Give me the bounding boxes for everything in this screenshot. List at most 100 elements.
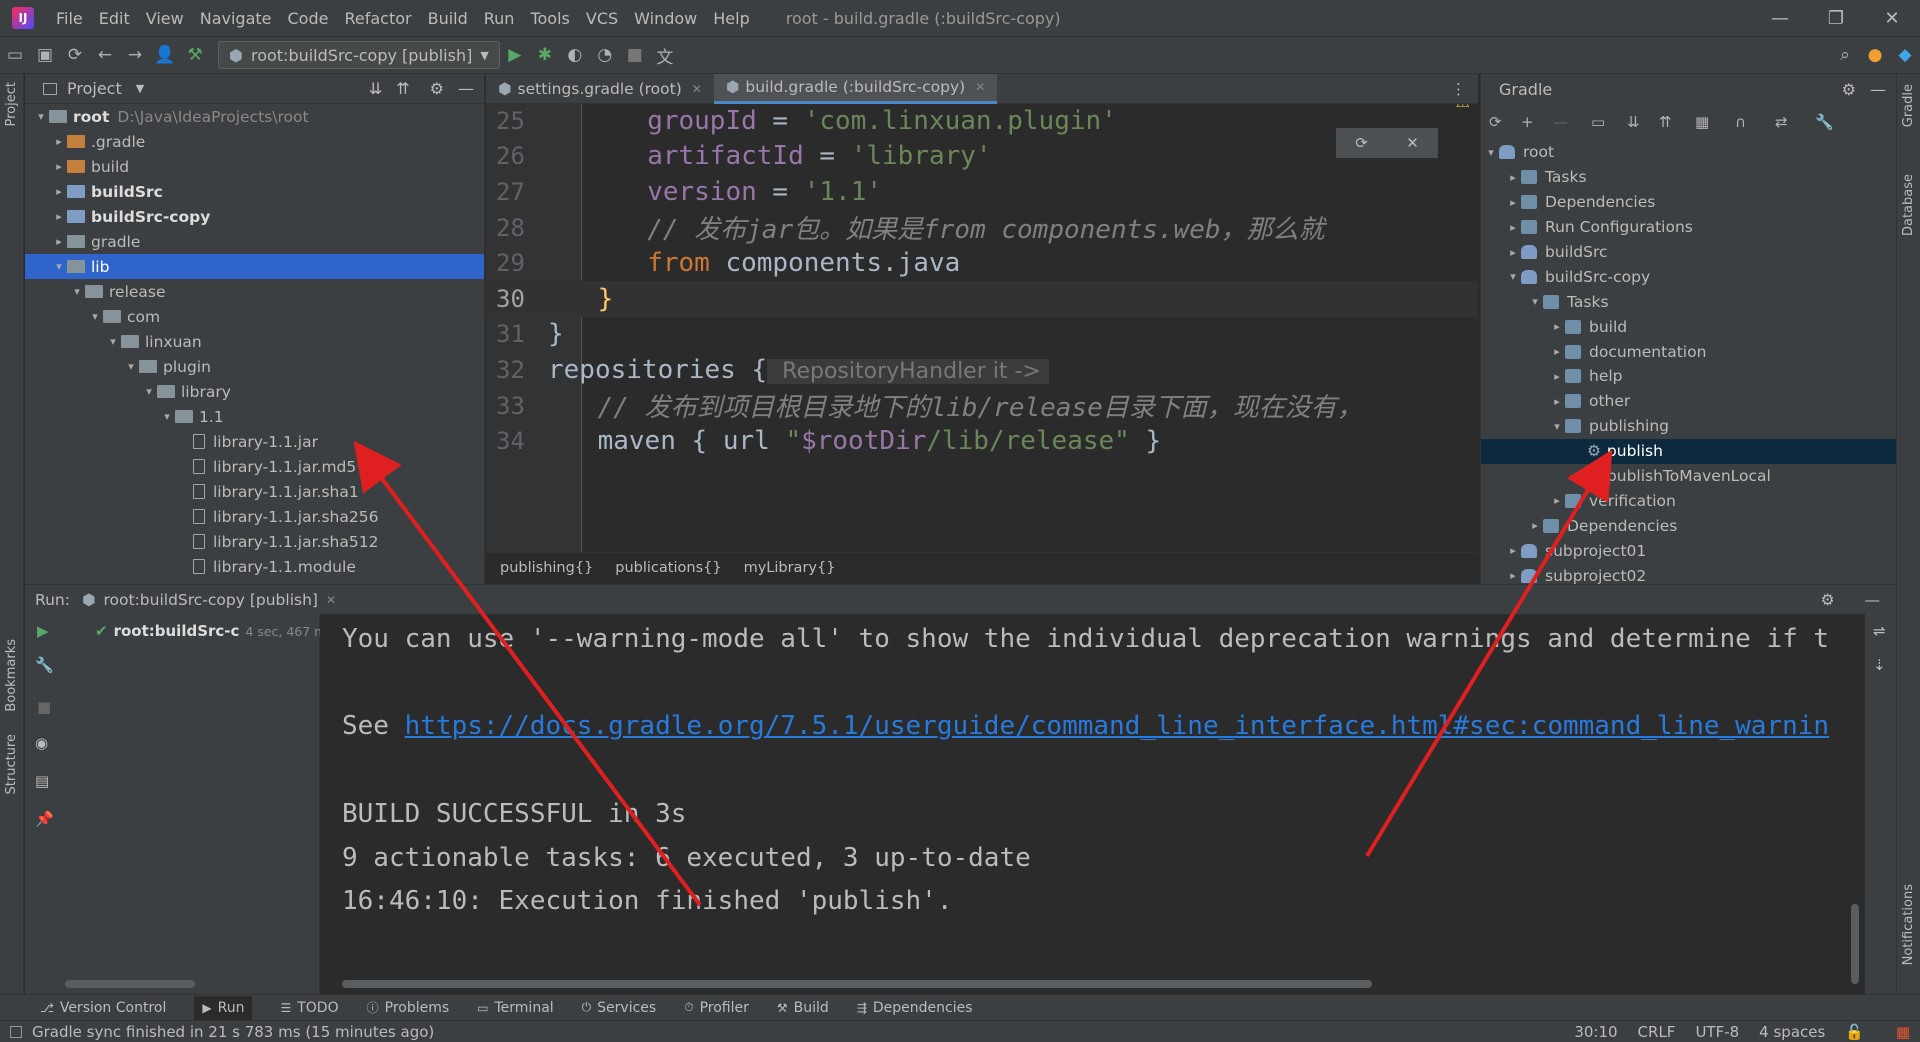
menu-item-file[interactable]: File xyxy=(48,9,91,28)
tool-window-run[interactable]: ▶ Run xyxy=(194,995,253,1020)
open-folder-icon[interactable]: ▭ xyxy=(0,40,30,70)
chevron-icon[interactable]: ▾ xyxy=(1483,146,1499,159)
chevron-icon[interactable]: ▾ xyxy=(1505,270,1521,283)
wrench-icon[interactable]: 🔧 xyxy=(1815,113,1841,131)
code-line[interactable]: 30} xyxy=(486,281,1478,317)
back-icon[interactable]: ← xyxy=(90,40,120,70)
reload-icon[interactable]: ⟳ xyxy=(1489,113,1515,131)
chevron-icon[interactable]: ▸ xyxy=(1527,519,1543,532)
user-icon[interactable]: 👤 xyxy=(150,40,180,70)
execute-task-icon[interactable]: ▭ xyxy=(1591,113,1621,131)
project-tree-item[interactable]: library-1.1.jar xyxy=(25,429,484,454)
gradle-tree-item[interactable]: ▸ Dependencies xyxy=(1481,513,1896,538)
save-icon[interactable]: ▣ xyxy=(30,40,60,70)
run-configuration-select[interactable]: ⬢ root:buildSrc-copy [publish] ▼ xyxy=(218,41,500,69)
project-tree-item[interactable]: ▸ buildSrc-copy xyxy=(25,204,484,229)
chevron-icon[interactable]: ▸ xyxy=(1549,320,1565,333)
hide-panel-icon[interactable]: — xyxy=(458,79,474,98)
settings-gear-icon[interactable]: ⚙ xyxy=(430,79,444,98)
tool-window-todo[interactable]: ☰ TODO xyxy=(280,1000,338,1016)
tool-window-dependencies[interactable]: ⇶ Dependencies xyxy=(857,1000,973,1016)
scroll-to-end-icon[interactable]: ⇣ xyxy=(1873,656,1886,674)
chevron-icon[interactable]: ▾ xyxy=(1527,295,1543,308)
expand-all-icon[interactable]: ⇊ xyxy=(369,79,382,98)
gradle-tree-item[interactable]: ▾ buildSrc-copy xyxy=(1481,264,1896,289)
code-line[interactable]: 25 groupId = 'com.linxuan.plugin' xyxy=(486,104,1478,139)
breadcrumb-item[interactable]: publications{} xyxy=(615,560,721,576)
project-tree-item[interactable]: ▾ lib xyxy=(25,254,484,279)
console-output[interactable]: You can use '--warning-mode all' to show… xyxy=(320,614,1865,994)
project-tree-item[interactable]: library-1.1.jar.sha512 xyxy=(25,529,484,554)
offline-mode-icon[interactable]: ∩ xyxy=(1735,113,1769,131)
vertical-scrollbar[interactable] xyxy=(1851,904,1859,984)
chevron-icon[interactable]: ▾ xyxy=(141,385,157,398)
gradle-tree-item[interactable]: ▸ verification xyxy=(1481,488,1896,513)
gradle-tree-item[interactable]: ▸ Run Configurations xyxy=(1481,215,1896,240)
database-tool-button[interactable]: Database xyxy=(1901,174,1916,236)
translate-icon[interactable]: 文 xyxy=(650,40,680,70)
gradle-tree-item[interactable]: ▸ help xyxy=(1481,364,1896,389)
reload-gradle-icon[interactable]: ⟳ xyxy=(1355,134,1368,152)
chevron-icon[interactable]: ▸ xyxy=(1505,221,1521,234)
chevron-icon[interactable]: ▾ xyxy=(105,335,121,348)
project-tool-button[interactable]: Project xyxy=(4,82,19,126)
menu-item-window[interactable]: Window xyxy=(626,9,705,28)
code-line[interactable]: 27 version = '1.1' xyxy=(486,174,1478,210)
project-tree-item[interactable]: ▾ root D:\Java\IdeaProjects\root xyxy=(25,104,484,129)
indent-setting[interactable]: 4 spaces xyxy=(1759,1023,1825,1041)
chevron-down-icon[interactable]: ▼ xyxy=(136,82,144,95)
wrench-icon[interactable]: 🔧 xyxy=(35,656,54,674)
chevron-icon[interactable]: ▾ xyxy=(69,285,85,298)
add-icon[interactable]: + xyxy=(1521,113,1547,131)
chevron-icon[interactable]: ▾ xyxy=(159,410,175,423)
code-line[interactable]: 34 maven { url "$rootDir/lib/release" } xyxy=(486,423,1478,459)
breadcrumb-item[interactable]: publishing{} xyxy=(500,560,593,576)
menu-item-tools[interactable]: Tools xyxy=(522,9,577,28)
code-line[interactable]: 32 repositories { RepositoryHandler it -> xyxy=(486,352,1478,388)
project-tree-item[interactable]: ▾ com xyxy=(25,304,484,329)
windows-icon[interactable]: ▦ xyxy=(1896,1023,1910,1041)
chevron-icon[interactable]: ▸ xyxy=(51,135,67,148)
stop-icon[interactable]: ■ xyxy=(37,698,51,716)
gradle-tree-item[interactable]: ▸ Dependencies xyxy=(1481,190,1896,215)
close-icon[interactable]: ✕ xyxy=(1406,134,1419,152)
project-tree-item[interactable]: ▾ linxuan xyxy=(25,329,484,354)
gradle-reload-popup[interactable]: ⟳ ✕ xyxy=(1336,128,1438,158)
gradle-tree-item[interactable]: ▾ root xyxy=(1481,140,1896,165)
menu-item-view[interactable]: View xyxy=(138,9,192,28)
editor-tab[interactable]: ⬢ settings.gradle (root) ✕ xyxy=(486,74,714,104)
hide-panel-icon[interactable]: — xyxy=(1870,80,1886,99)
restore-icon[interactable]: ❐ xyxy=(1808,0,1864,36)
gradle-tree-item[interactable]: ▸ Tasks xyxy=(1481,165,1896,190)
chevron-icon[interactable]: ▾ xyxy=(51,260,67,273)
code-line[interactable]: 28 // 发布jar包。如果是from components.web，那么就 xyxy=(486,210,1478,246)
notifications-tool-button[interactable]: Notifications xyxy=(1901,884,1916,965)
settings-gear-icon[interactable]: ⚙ xyxy=(1821,591,1835,609)
tool-window-problems[interactable]: ⓘ Problems xyxy=(367,999,450,1016)
menu-item-help[interactable]: Help xyxy=(705,9,757,28)
menu-item-vcs[interactable]: VCS xyxy=(578,9,626,28)
close-icon[interactable]: ✕ xyxy=(975,80,985,94)
editor-tab[interactable]: ⬢ build.gradle (:buildSrc-copy) ✕ xyxy=(713,73,998,104)
chevron-icon[interactable]: ▸ xyxy=(1505,196,1521,209)
chevron-icon[interactable]: ▸ xyxy=(51,235,67,248)
settings-gear-icon[interactable]: ⚙ xyxy=(1842,80,1856,99)
project-tree-item[interactable]: ▾ plugin xyxy=(25,354,484,379)
gradle-tree-item[interactable]: ⚙ publish xyxy=(1481,438,1896,464)
chevron-icon[interactable]: ▾ xyxy=(87,310,103,323)
status-toggle-icon[interactable] xyxy=(10,1025,22,1038)
remove-icon[interactable]: — xyxy=(1553,113,1585,131)
chevron-icon[interactable]: ▸ xyxy=(1549,395,1565,408)
chevron-icon[interactable]: ▸ xyxy=(1505,569,1521,582)
bookmarks-tool-button[interactable]: Bookmarks xyxy=(4,639,19,712)
chevron-icon[interactable]: ▾ xyxy=(1549,420,1565,433)
project-panel-title[interactable]: Project xyxy=(67,79,122,98)
build-hammer-icon[interactable]: ⚒ xyxy=(180,40,210,70)
sync-icon[interactable]: ⟳ xyxy=(60,40,90,70)
forward-icon[interactable]: → xyxy=(120,40,150,70)
gradle-tree-item[interactable]: ▸ build xyxy=(1481,314,1896,339)
project-tree-item[interactable]: library-1.1.module xyxy=(25,554,484,579)
project-tree-item[interactable]: ▸ .gradle xyxy=(25,129,484,154)
chevron-icon[interactable]: ▸ xyxy=(51,160,67,173)
breadcrumb-item[interactable]: myLibrary{} xyxy=(744,560,836,576)
